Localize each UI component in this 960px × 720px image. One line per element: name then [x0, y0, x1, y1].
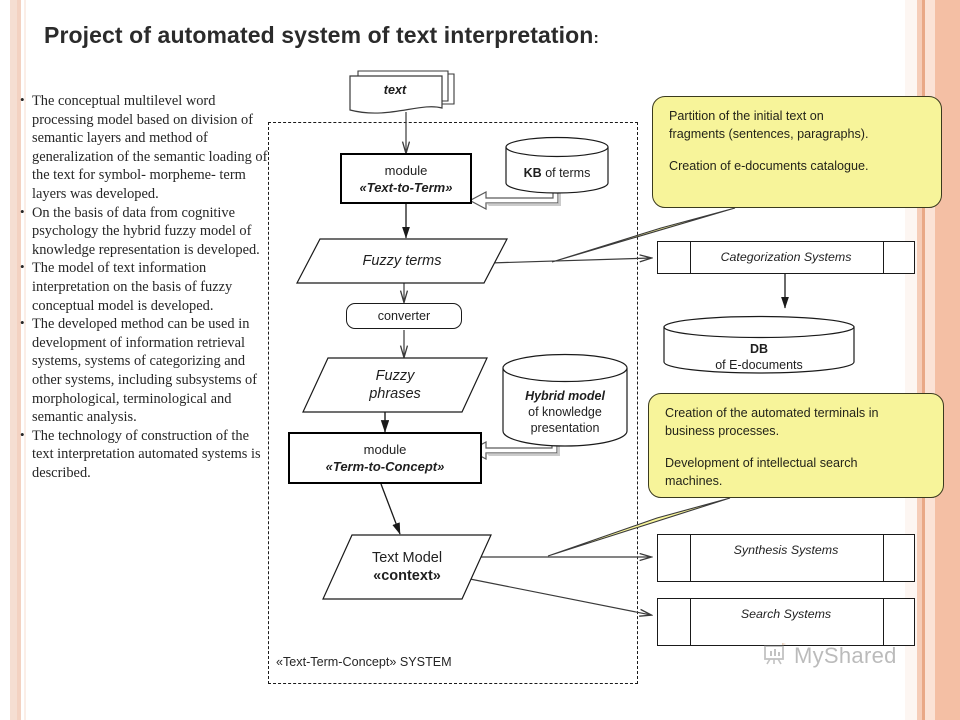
module-term-to-concept-line2: «Term-to-Concept» [325, 459, 445, 474]
procbox-right-bar [883, 535, 885, 581]
left-decor-band-1 [10, 0, 17, 720]
list-item: The technology of construction of the te… [20, 426, 270, 483]
procbox-right-bar [883, 599, 885, 645]
page-title: Project of automated system of text inte… [44, 22, 599, 49]
db-edocuments-line2: of E-documents [715, 358, 803, 372]
data-fuzzy-terms-label: Fuzzy terms [362, 253, 442, 269]
list-item: The model of text information interpreta… [20, 258, 270, 315]
search-systems-box[interactable]: Search Systems [657, 598, 915, 646]
categorization-systems-box[interactable]: Categorization Systems [657, 241, 915, 274]
page-title-colon: : [593, 30, 599, 47]
list-item: On the basis of data from cognitive psyc… [20, 203, 270, 260]
slide-canvas: Project of automated system of text inte… [0, 0, 960, 720]
callout-bottom: Creation of the automated terminals in b… [648, 393, 944, 498]
bullet-list: The conceptual multilevel word processin… [20, 91, 270, 483]
categorization-systems-label: Categorization Systems [720, 250, 852, 264]
callout-top: Partition of the initial text on fragmen… [652, 96, 942, 208]
hybrid-model-line2: of knowledge [528, 405, 602, 419]
callout-bottom-line1: Creation of the automated terminals in [665, 406, 879, 420]
system-boundary-label: «Text-Term-Concept» SYSTEM [276, 655, 452, 669]
db-edocuments-cylinder: DB of E-documents [663, 315, 855, 374]
hybrid-model-line3: presentation [530, 421, 600, 435]
data-text-model: Text Model «context» [322, 534, 492, 600]
data-text-model-line2: «context» [373, 568, 441, 584]
converter-label: converter [377, 309, 431, 323]
procbox-left-bar [690, 599, 692, 645]
watermark-label: MyShared [794, 642, 897, 668]
kb-of-terms-strong: KB [523, 166, 542, 180]
synthesis-systems-label: Synthesis Systems [733, 543, 839, 557]
module-text-to-term-line2: «Text-to-Term» [359, 179, 453, 195]
document-text-shape: text [348, 68, 468, 118]
converter-node[interactable]: converter [346, 303, 462, 329]
db-edocuments-line1: DB [749, 342, 769, 356]
list-item: The developed method can be used in deve… [20, 314, 270, 427]
data-text-model-line1: Text Model [371, 550, 443, 566]
callout-top-line3: Creation of e-documents catalogue. [669, 159, 869, 173]
data-fuzzy-phrases-line1: Fuzzy [375, 368, 415, 384]
callout-bottom-line4: machines. [665, 473, 723, 488]
kb-of-terms-cylinder: KB of terms [505, 136, 609, 194]
procbox-left-bar [690, 535, 692, 581]
callout-bottom-line2: business processes. [665, 423, 780, 438]
module-term-to-concept[interactable]: module «Term-to-Concept» [288, 432, 482, 484]
search-systems-label: Search Systems [740, 607, 832, 621]
list-item: The conceptual multilevel word processin… [20, 91, 270, 204]
module-text-to-term[interactable]: module «Text-to-Term» [340, 153, 472, 204]
page-title-text: Project of automated system of text inte… [44, 22, 594, 48]
callout-top-line2: fragments (sentences, paragraphs). [669, 126, 869, 141]
module-text-to-term-line1: module [384, 162, 428, 178]
data-fuzzy-terms: Fuzzy terms [296, 238, 508, 284]
watermark: MyShared [762, 640, 897, 671]
hybrid-model-line1: Hybrid model [525, 389, 605, 403]
data-fuzzy-phrases: Fuzzy phrases [302, 357, 488, 413]
callout-bottom-line3: Development of intellectual search [665, 456, 858, 470]
callout-top-line1: Partition of the initial text on [669, 109, 824, 123]
hybrid-model-cylinder: Hybrid model of knowledge presentation [502, 353, 628, 447]
kb-of-terms-rest: of terms [541, 166, 591, 180]
data-fuzzy-phrases-line2: phrases [369, 386, 421, 402]
document-text-label: text [383, 83, 407, 97]
module-term-to-concept-line1: module [363, 442, 407, 457]
synthesis-systems-box[interactable]: Synthesis Systems [657, 534, 915, 582]
presentation-board-icon [762, 640, 788, 671]
